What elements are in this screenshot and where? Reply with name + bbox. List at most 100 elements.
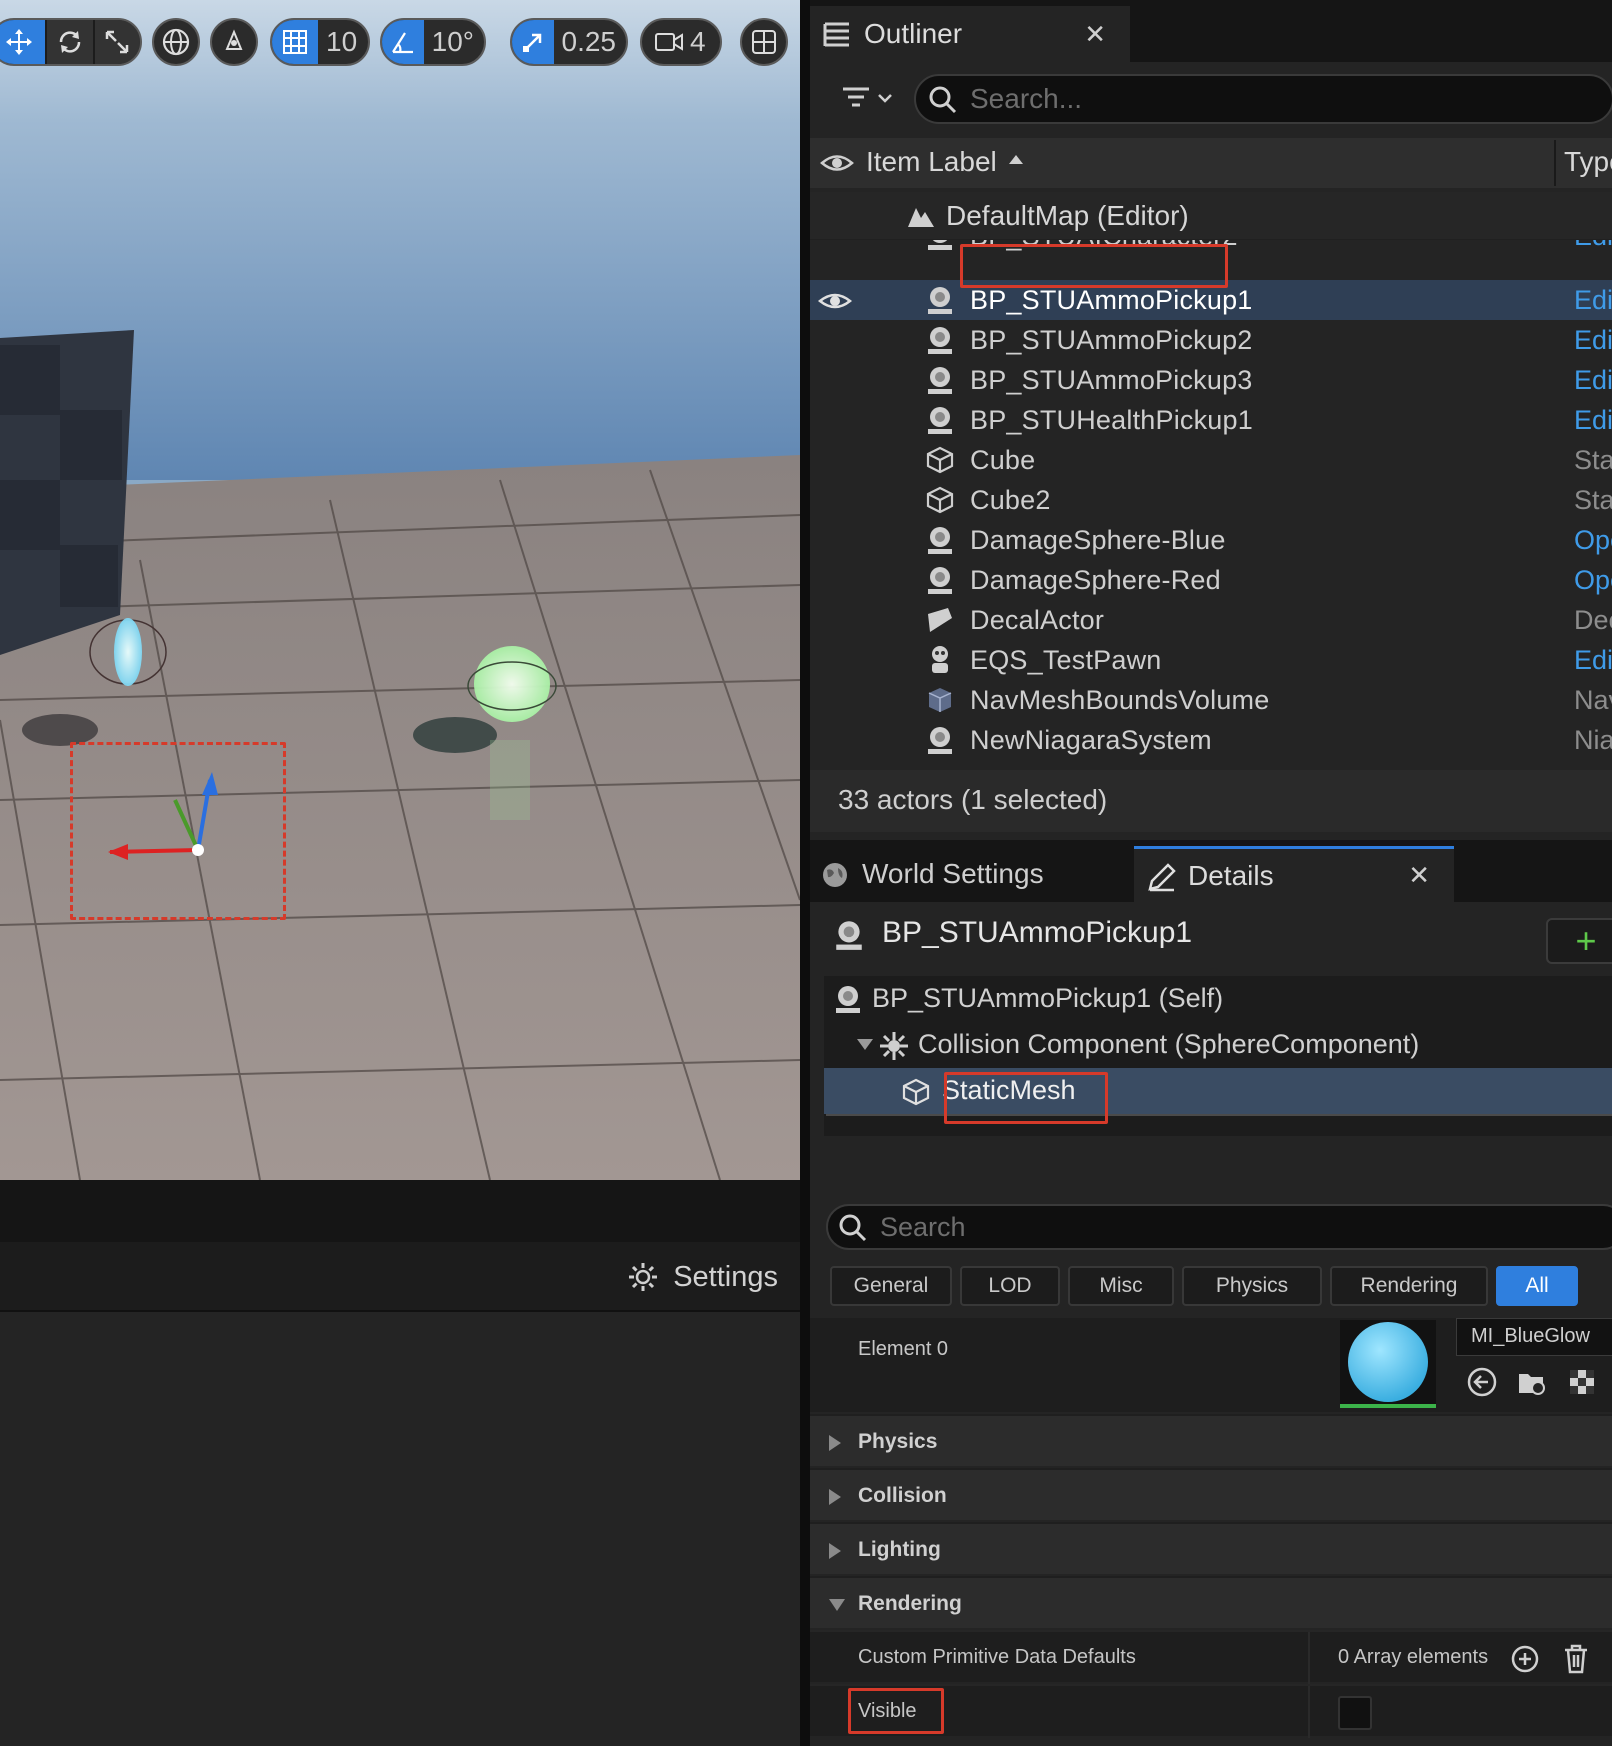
use-selected-asset-icon[interactable] bbox=[1466, 1366, 1498, 1398]
outliner-row[interactable]: DamageSphere-Blue Ope bbox=[810, 520, 1612, 560]
rotation-snap-value[interactable]: 10° bbox=[424, 26, 484, 58]
type-column-header[interactable]: Type bbox=[1564, 146, 1612, 178]
browse-asset-icon[interactable] bbox=[1516, 1366, 1548, 1398]
outliner-row[interactable]: EQS_TestPawn Edi bbox=[810, 640, 1612, 680]
item-label-column-header[interactable]: Item Label bbox=[866, 146, 997, 178]
grid-snap-group: 10 bbox=[270, 18, 370, 66]
section-collision[interactable]: Collision bbox=[810, 1468, 1612, 1520]
outliner-row-type[interactable]: Edi bbox=[1574, 365, 1612, 396]
actor-icon bbox=[928, 567, 952, 594]
rotate-tool-button[interactable] bbox=[47, 20, 93, 64]
checker-texture-icon[interactable] bbox=[1566, 1366, 1598, 1398]
outliner-row-label: NewNiagaraSystem bbox=[970, 725, 1212, 755]
close-icon[interactable]: ✕ bbox=[1084, 19, 1106, 50]
category-rendering[interactable]: Rendering bbox=[1330, 1266, 1488, 1306]
category-physics[interactable]: Physics bbox=[1182, 1266, 1322, 1306]
viewport-scene[interactable] bbox=[0, 0, 800, 1180]
tab-details-label: Details bbox=[1188, 859, 1274, 891]
outliner-row-type[interactable]: Edi bbox=[1574, 285, 1612, 316]
visible-checkbox[interactable] bbox=[1338, 1696, 1372, 1730]
outliner-row[interactable]: BP_STUAmmoPickup1 Edi bbox=[810, 280, 1612, 320]
translate-tool-button[interactable] bbox=[0, 20, 46, 64]
volume-icon bbox=[928, 688, 952, 712]
category-lod[interactable]: LOD bbox=[960, 1266, 1060, 1306]
outliner-row[interactable]: NewNiagaraSystem Nia bbox=[810, 720, 1612, 758]
property-visible: Visible bbox=[810, 1684, 1612, 1738]
outliner-row[interactable]: DecalActor Dec bbox=[810, 600, 1612, 640]
add-component-button[interactable]: + bbox=[1546, 918, 1612, 964]
material-thumbnail[interactable] bbox=[1340, 1320, 1436, 1408]
level-viewport[interactable]: 10 10° 0.25 4 bbox=[0, 0, 800, 1180]
outliner-search-input[interactable] bbox=[970, 76, 1570, 122]
outliner-root-row[interactable]: DefaultMap (Editor) bbox=[810, 192, 1612, 240]
outliner-row-type[interactable]: Edi bbox=[1574, 645, 1612, 676]
outliner-row[interactable]: Cube Sta bbox=[810, 440, 1612, 480]
outliner-row[interactable]: BP_STUAmmoPickup3 Edi bbox=[810, 360, 1612, 400]
section-lighting[interactable]: Lighting bbox=[810, 1522, 1612, 1574]
section-physics[interactable]: Physics bbox=[810, 1414, 1612, 1466]
outliner-row-label: Cube2 bbox=[970, 485, 1051, 515]
outliner-header: Item Label Type bbox=[810, 138, 1612, 188]
decal-icon bbox=[928, 608, 952, 632]
trash-icon[interactable] bbox=[1562, 1643, 1590, 1675]
panel-splitter[interactable] bbox=[800, 0, 810, 1746]
add-element-icon[interactable] bbox=[1510, 1644, 1540, 1674]
outliner-row-type[interactable]: Edi bbox=[1574, 325, 1612, 356]
static-mesh-icon bbox=[902, 1078, 930, 1106]
category-misc[interactable]: Misc bbox=[1068, 1266, 1174, 1306]
material-name-combo[interactable]: MI_BlueGlow bbox=[1456, 1318, 1612, 1356]
outliner-row[interactable]: Cube2 Sta bbox=[810, 480, 1612, 520]
section-rendering-label: Rendering bbox=[858, 1592, 962, 1615]
outliner-icon bbox=[823, 22, 849, 47]
settings-button[interactable]: Settings bbox=[627, 1254, 778, 1300]
camera-speed-button[interactable]: 4 bbox=[640, 18, 722, 66]
tab-world-settings[interactable]: World Settings bbox=[810, 846, 1110, 902]
outliner-row-type[interactable]: Ope bbox=[1574, 525, 1612, 556]
surface-snap-button[interactable] bbox=[210, 18, 258, 66]
viewport-toolbar: 10 10° 0.25 4 bbox=[0, 8, 800, 74]
scale-snap-group: 0.25 bbox=[510, 18, 628, 66]
visibility-eye-icon[interactable] bbox=[820, 148, 854, 178]
viewport-layout-button[interactable] bbox=[740, 18, 788, 66]
outliner-row[interactable]: NavMeshBoundsVolume Nav bbox=[810, 680, 1612, 720]
scale-snap-toggle[interactable] bbox=[512, 20, 554, 64]
outliner-row-type: Sta bbox=[1574, 485, 1612, 515]
rotation-snap-toggle[interactable] bbox=[382, 20, 424, 64]
outliner-row-label: DecalActor bbox=[970, 605, 1105, 635]
grid-snap-value[interactable]: 10 bbox=[318, 26, 367, 58]
close-icon[interactable]: ✕ bbox=[1408, 860, 1430, 891]
scale-tool-button[interactable] bbox=[94, 20, 140, 64]
category-general[interactable]: General bbox=[830, 1266, 952, 1306]
outliner-row[interactable]: BP_STUHealthPickup1 Edi bbox=[810, 400, 1612, 440]
component-row-static-mesh[interactable]: StaticMesh bbox=[824, 1068, 1612, 1114]
outliner-row-type[interactable]: Ope bbox=[1574, 565, 1612, 596]
component-collision-label: Collision Component (SphereComponent) bbox=[918, 1029, 1420, 1059]
outliner-row-label: BP_STUAmmoPickup1 bbox=[970, 285, 1253, 315]
outliner-row[interactable]: BP_STUAmmoPickup2 Edi bbox=[810, 320, 1612, 360]
settings-label: Settings bbox=[673, 1260, 778, 1293]
details-search-input[interactable] bbox=[880, 1206, 1480, 1248]
details-search-box[interactable] bbox=[826, 1204, 1612, 1250]
section-rendering[interactable]: Rendering bbox=[810, 1576, 1612, 1628]
component-row-self[interactable]: BP_STUAmmoPickup1 (Self) bbox=[824, 976, 1612, 1022]
category-all[interactable]: All bbox=[1496, 1266, 1578, 1306]
grid-snap-toggle[interactable] bbox=[272, 20, 318, 64]
visibility-eye-icon[interactable] bbox=[818, 288, 852, 314]
expand-arrow-icon[interactable] bbox=[856, 1038, 874, 1052]
bottom-left-panel: Settings bbox=[0, 1180, 800, 1746]
component-row-collision[interactable]: Collision Component (SphereComponent) bbox=[824, 1022, 1612, 1068]
world-space-button[interactable] bbox=[152, 18, 200, 66]
outliner-search-box[interactable] bbox=[914, 74, 1612, 124]
outliner-row[interactable]: DamageSphere-Red Ope bbox=[810, 560, 1612, 600]
tab-details[interactable]: Details ✕ bbox=[1134, 846, 1454, 902]
outliner-row-type[interactable]: Edi bbox=[1574, 405, 1612, 436]
section-physics-label: Physics bbox=[858, 1430, 938, 1453]
outliner-rows: BP_STUAICharacter2 Edi BP_STUAmmoPickup1… bbox=[810, 192, 1612, 758]
details-actor-name[interactable]: BP_STUAmmoPickup1 bbox=[882, 916, 1192, 950]
tab-outliner[interactable]: Outliner ✕ bbox=[810, 6, 1130, 62]
rotation-snap-group: 10° bbox=[380, 18, 486, 66]
filter-button[interactable] bbox=[832, 76, 902, 120]
scale-snap-value[interactable]: 0.25 bbox=[554, 26, 627, 58]
outliner-row-label: DamageSphere-Red bbox=[970, 565, 1221, 595]
actor-icon bbox=[836, 921, 862, 950]
